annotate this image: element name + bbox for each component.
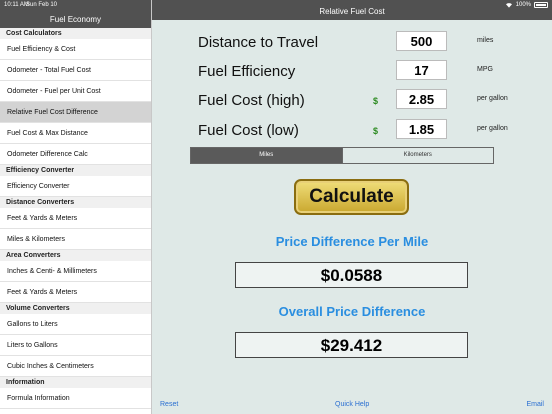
sidebar-section-header: Area Converters <box>0 250 151 261</box>
cost-low-input[interactable]: 1.85 <box>396 119 447 139</box>
efficiency-label: Fuel Efficiency <box>198 63 296 80</box>
sidebar-item-label: Feet & Yards & Meters <box>7 288 78 296</box>
efficiency-input[interactable]: 17 <box>396 60 447 80</box>
status-date: Sun Feb 10 <box>26 2 58 8</box>
cost-high-label: Fuel Cost (high) <box>198 92 305 109</box>
sidebar-section-header: Information <box>0 377 151 388</box>
sidebar-section-label: Area Converters <box>6 252 61 259</box>
sidebar-item[interactable]: Feet & Yards & Meters <box>0 208 151 229</box>
sidebar-section-label: Volume Converters <box>6 305 70 312</box>
sidebar-section-header: Distance Converters <box>0 197 151 208</box>
sidebar-section-label: Information <box>6 379 45 386</box>
cost-low-currency: $ <box>373 126 379 136</box>
sidebar-item-label: Liters to Gallons <box>7 341 58 349</box>
battery-icon <box>534 2 548 8</box>
sidebar-section-label: Efficiency Converter <box>6 167 75 174</box>
cost-high-row: Fuel Cost (high) $ 2.85 per gallon <box>152 89 552 111</box>
sidebar-item-label: Odometer - Total Fuel Cost <box>7 66 91 74</box>
sidebar-item[interactable]: Miles & Kilometers <box>0 229 151 250</box>
sidebar-item-label: Fuel Cost & Max Distance <box>7 129 88 137</box>
efficiency-unit: MPG <box>477 66 493 73</box>
overall-diff-title: Overall Price Difference <box>278 304 426 319</box>
distance-label: Distance to Travel <box>198 34 319 51</box>
kilometers-segment[interactable]: Kilometers <box>341 148 494 163</box>
sidebar-item-label: Feet & Yards & Meters <box>7 214 78 222</box>
sidebar-item[interactable]: Gallons to Liters <box>0 314 151 335</box>
sidebar-item-label: Cubic Inches & Centimeters <box>7 362 94 370</box>
sidebar-item[interactable]: Formula Information <box>0 388 151 409</box>
sidebar-section-header: Efficiency Converter <box>0 165 151 176</box>
main-panel: Relative Fuel Cost Distance to Travel 50… <box>152 0 552 414</box>
sidebar-section-header: Cost Calculators <box>0 28 151 39</box>
sidebar-item[interactable]: Feet & Yards & Meters <box>0 282 151 303</box>
sidebar-item-label: Miles & Kilometers <box>7 235 65 243</box>
sidebar-item[interactable]: Fuel Efficiency & Cost <box>0 39 151 60</box>
sidebar-item[interactable]: Relative Fuel Cost Difference <box>0 102 151 123</box>
cost-high-currency: $ <box>373 96 379 106</box>
efficiency-row: Fuel Efficiency 17 MPG <box>152 60 552 82</box>
cost-low-label: Fuel Cost (low) <box>198 122 299 139</box>
sidebar-item-label: Odometer Difference Calc <box>7 150 88 158</box>
distance-row: Distance to Travel 500 miles <box>152 31 552 53</box>
distance-unit: miles <box>477 37 494 44</box>
sidebar: Fuel Economy Cost Calculators Fuel Effici… <box>0 0 152 414</box>
cost-low-row: Fuel Cost (low) $ 1.85 per gallon <box>152 119 552 141</box>
cost-low-unit: per gallon <box>477 125 508 132</box>
sidebar-item[interactable]: Liters to Gallons <box>0 335 151 356</box>
sidebar-item-label: Efficiency Converter <box>7 182 70 190</box>
sidebar-item-label: Fuel Efficiency & Cost <box>7 45 76 53</box>
status-right: 100% <box>505 2 548 8</box>
cost-high-input[interactable]: 2.85 <box>396 89 447 109</box>
price-per-mile-value: $0.0588 <box>235 262 468 288</box>
sidebar-section-header: Volume Converters <box>0 303 151 314</box>
wifi-icon <box>505 3 512 8</box>
sidebar-item[interactable]: Odometer Difference Calc <box>0 144 151 165</box>
quick-help-button[interactable]: Quick Help <box>335 401 369 408</box>
sidebar-item[interactable]: Efficiency Converter <box>0 176 151 197</box>
sidebar-section-label: Cost Calculators <box>6 30 62 37</box>
sidebar-item-label: Inches & Centi- & Millimeters <box>7 267 97 275</box>
sidebar-item-label: Odometer - Fuel per Unit Cost <box>7 87 101 95</box>
email-button[interactable]: Email <box>526 401 544 408</box>
overall-diff-value: $29.412 <box>235 332 468 358</box>
footer-toolbar: Reset Quick Help Email <box>152 394 552 414</box>
sidebar-item[interactable]: Fuel Cost & Max Distance <box>0 123 151 144</box>
units-segmented-control: Miles Kilometers <box>190 147 494 164</box>
reset-button[interactable]: Reset <box>160 401 178 408</box>
sidebar-section-label: Distance Converters <box>6 199 75 206</box>
sidebar-item[interactable]: Odometer - Total Fuel Cost <box>0 60 151 81</box>
sidebar-item-label: Formula Information <box>7 394 70 402</box>
calculate-button[interactable]: Calculate <box>294 179 409 215</box>
price-per-mile-title: Price Difference Per Mile <box>275 234 429 249</box>
miles-segment[interactable]: Miles <box>191 148 342 163</box>
sidebar-item-label: Gallons to Liters <box>7 320 58 328</box>
battery-percent: 100% <box>515 2 531 8</box>
sidebar-item[interactable]: Odometer - Fuel per Unit Cost <box>0 81 151 102</box>
sidebar-list: Cost Calculators Fuel Efficiency & Cost Od… <box>0 28 151 409</box>
distance-input[interactable]: 500 <box>396 31 447 51</box>
sidebar-item-label: Relative Fuel Cost Difference <box>7 108 98 116</box>
sidebar-item[interactable]: Inches & Centi- & Millimeters <box>0 261 151 282</box>
status-bar: 10:11 AM Sun Feb 10 100% <box>0 0 552 10</box>
cost-high-unit: per gallon <box>477 95 508 102</box>
sidebar-item[interactable]: Cubic Inches & Centimeters <box>0 356 151 377</box>
